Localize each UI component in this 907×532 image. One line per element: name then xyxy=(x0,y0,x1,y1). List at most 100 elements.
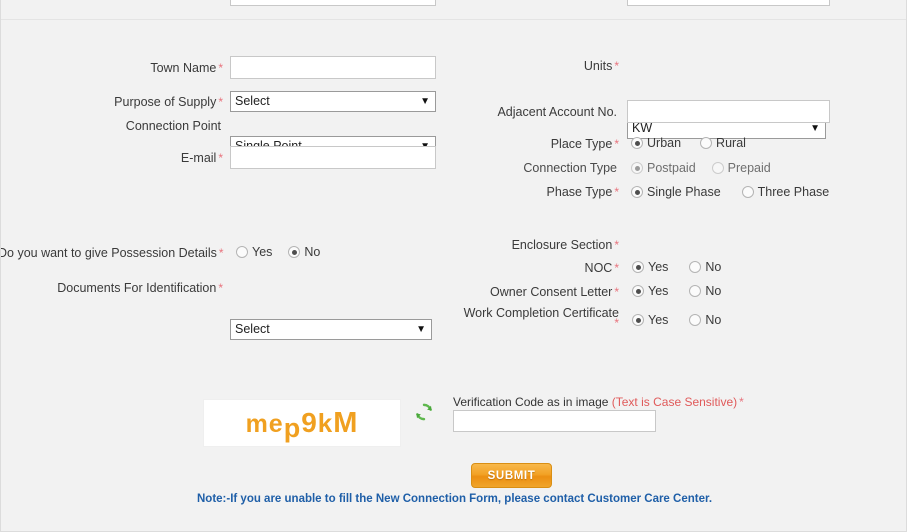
email-label-text: E-mail xyxy=(180,151,217,165)
new-connection-form-page: Town Name * Purpose of Supply * Select ▼ C… xyxy=(0,0,907,532)
phase-type-option-single-label: Single Phase xyxy=(647,185,721,199)
form-note: Note:-If you are unable to fill the New … xyxy=(196,493,713,505)
connection-type-option-postpaid[interactable]: Postpaid xyxy=(631,161,696,175)
town-name-required-star: * xyxy=(218,61,223,75)
documents-for-identification-required-star: * xyxy=(218,281,223,295)
adjacent-account-no-input[interactable] xyxy=(627,100,830,123)
noc-option-no[interactable]: No xyxy=(689,260,721,274)
phase-type-option-three[interactable]: Three Phase xyxy=(741,185,830,199)
owner-consent-letter-label-text: Owner Consent Letter xyxy=(490,285,613,299)
radio-icon[interactable] xyxy=(689,314,702,326)
phase-type-option-three-label: Three Phase xyxy=(757,185,830,199)
radio-icon[interactable] xyxy=(236,246,248,258)
place-type-option-urban[interactable]: Urban xyxy=(631,136,681,150)
place-type-option-rural[interactable]: Rural xyxy=(700,136,746,150)
units-label: Units * xyxy=(471,59,619,73)
units-value: KW xyxy=(632,121,653,135)
town-name-input[interactable] xyxy=(230,56,436,79)
phase-type-radio-group: Single Phase Three Phase xyxy=(631,185,829,199)
work-completion-certificate-label: Work Completion Certificate * xyxy=(451,306,619,330)
refresh-icon xyxy=(416,403,432,421)
captcha-char-1: m xyxy=(245,409,269,438)
captcha-char-4: 9 xyxy=(301,406,318,438)
radio-icon-selected[interactable] xyxy=(288,246,301,258)
chevron-down-icon: ▼ xyxy=(416,324,426,335)
radio-icon-selected[interactable] xyxy=(631,137,643,149)
place-type-option-rural-label: Rural xyxy=(716,136,746,150)
connection-point-label-text: Connection Point xyxy=(125,119,221,133)
section-divider xyxy=(1,19,906,20)
connection-type-option-prepaid[interactable]: Prepaid xyxy=(711,161,771,175)
connection-type-option-prepaid-label: Prepaid xyxy=(727,161,771,175)
possession-details-option-yes[interactable]: Yes xyxy=(236,245,272,259)
owner-consent-letter-radio-group: Yes No xyxy=(632,284,721,298)
documents-for-identification-label: Documents For Identification * xyxy=(51,281,223,295)
connection-point-label: Connection Point xyxy=(61,119,223,133)
town-name-label: Town Name * xyxy=(61,61,223,75)
connection-type-label: Connection Type xyxy=(471,161,619,175)
connection-type-radio-group: Postpaid Prepaid xyxy=(631,161,771,175)
verification-code-case-note: (Text is Case Sensitive) xyxy=(611,395,738,409)
place-type-required-star: * xyxy=(614,137,619,151)
owner-consent-letter-option-no-label: No xyxy=(705,284,722,298)
purpose-of-supply-label: Purpose of Supply * xyxy=(61,95,223,109)
work-completion-certificate-required-star: * xyxy=(614,316,619,330)
place-type-option-urban-label: Urban xyxy=(647,136,682,150)
radio-icon-selected[interactable] xyxy=(632,314,644,326)
owner-consent-letter-option-no[interactable]: No xyxy=(689,284,721,298)
work-completion-certificate-option-yes-label: Yes xyxy=(648,313,669,327)
connection-type-option-postpaid-label: Postpaid xyxy=(647,161,696,175)
radio-icon[interactable] xyxy=(689,261,702,273)
enclosure-section-required-star: * xyxy=(614,238,619,252)
work-completion-certificate-option-yes[interactable]: Yes xyxy=(632,313,668,327)
possession-details-option-no-label: No xyxy=(304,245,321,259)
place-type-radio-group: Urban Rural xyxy=(631,136,746,150)
phase-type-label-text: Phase Type xyxy=(546,185,613,199)
enclosure-section-label: Enclosure Section * xyxy=(451,238,619,252)
email-label: E-mail * xyxy=(61,151,223,165)
radio-icon[interactable] xyxy=(700,137,713,149)
radio-icon[interactable] xyxy=(741,186,754,198)
enclosure-section-label-text: Enclosure Section xyxy=(511,238,613,252)
cut-off-field-left[interactable] xyxy=(230,0,436,6)
units-required-star: * xyxy=(614,59,619,73)
captcha-image-text: mep9kM xyxy=(245,406,359,443)
phase-type-option-single[interactable]: Single Phase xyxy=(631,185,721,199)
documents-for-identification-select[interactable]: Select ▼ xyxy=(230,319,432,340)
captcha-char-6: M xyxy=(333,406,359,439)
possession-details-option-yes-label: Yes xyxy=(252,245,273,259)
noc-option-yes[interactable]: Yes xyxy=(632,260,668,274)
captcha-char-2: e xyxy=(268,409,284,438)
documents-for-identification-label-text: Documents For Identification xyxy=(57,281,217,295)
phase-type-required-star: * xyxy=(614,185,619,199)
documents-for-identification-value: Select xyxy=(235,322,270,336)
work-completion-certificate-radio-group: Yes No xyxy=(632,313,721,327)
verification-code-label-text: Verification Code as in image xyxy=(453,395,609,409)
cut-off-field-right[interactable] xyxy=(627,0,830,6)
possession-details-required-star: * xyxy=(218,246,224,260)
radio-icon[interactable] xyxy=(711,162,724,174)
phase-type-label: Phase Type * xyxy=(471,185,619,199)
radio-icon-selected[interactable] xyxy=(632,285,644,297)
noc-label-text: NOC xyxy=(584,261,613,275)
verification-code-input[interactable] xyxy=(453,410,656,432)
submit-button[interactable]: SUBMIT xyxy=(471,463,552,488)
owner-consent-letter-label: Owner Consent Letter * xyxy=(451,285,619,299)
purpose-of-supply-select[interactable]: Select ▼ xyxy=(230,91,436,112)
noc-label: NOC * xyxy=(451,261,619,275)
place-type-label-text: Place Type xyxy=(550,137,613,151)
owner-consent-letter-option-yes[interactable]: Yes xyxy=(632,284,668,298)
captcha-refresh-button[interactable] xyxy=(413,401,435,423)
email-input[interactable] xyxy=(230,146,436,169)
radio-icon-selected[interactable] xyxy=(632,261,644,273)
radio-icon-selected[interactable] xyxy=(631,186,643,198)
radio-icon[interactable] xyxy=(689,285,702,297)
possession-details-option-no[interactable]: No xyxy=(288,245,320,259)
owner-consent-letter-required-star: * xyxy=(614,285,619,299)
radio-icon-selected[interactable] xyxy=(631,162,643,174)
noc-radio-group: Yes No xyxy=(632,260,721,274)
work-completion-certificate-option-no[interactable]: No xyxy=(689,313,721,327)
owner-consent-letter-option-yes-label: Yes xyxy=(648,284,669,298)
possession-details-radio-group: Yes No xyxy=(236,245,320,259)
captcha-char-3: p xyxy=(283,412,302,443)
